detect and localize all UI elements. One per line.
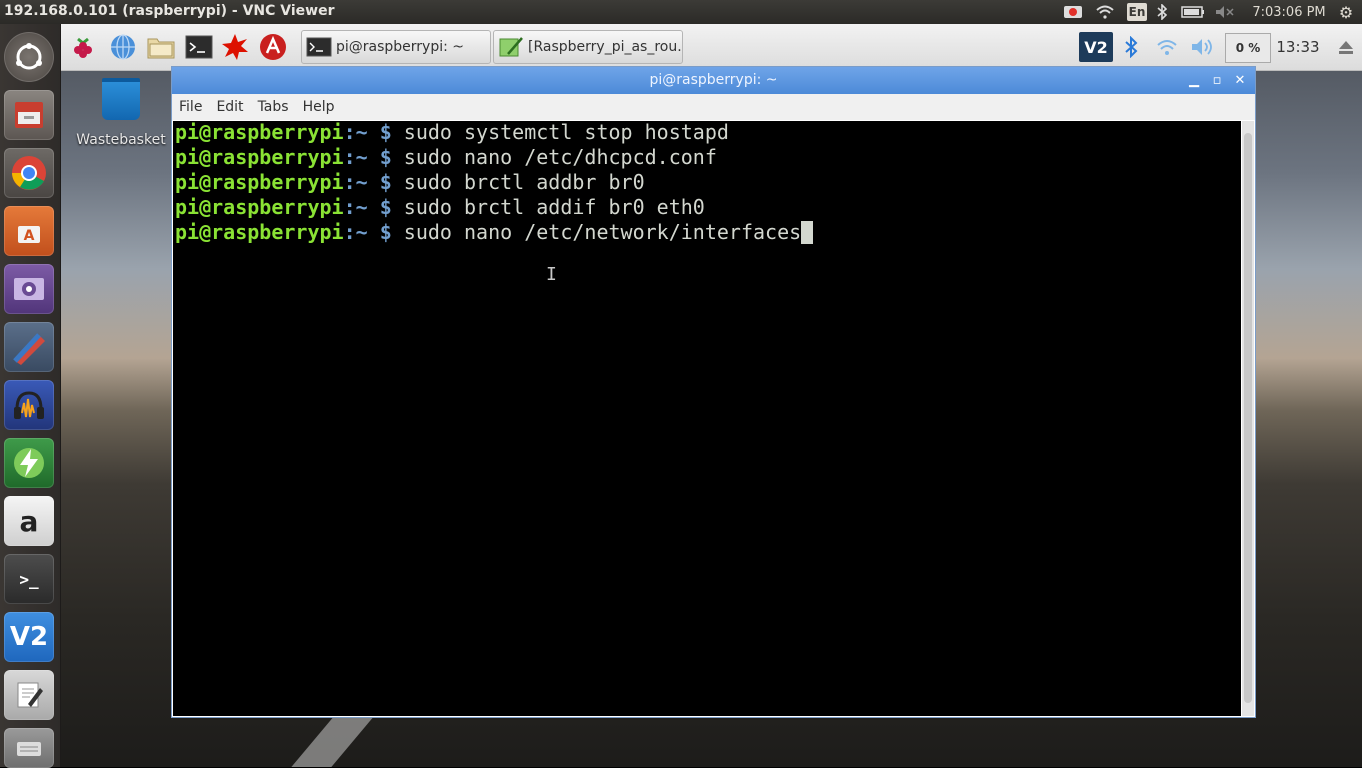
prompt-user: pi@raspberrypi bbox=[175, 145, 344, 169]
maximize-button[interactable]: ▫ bbox=[1206, 67, 1228, 94]
bluetooth-icon[interactable] bbox=[1154, 3, 1170, 21]
wifi-tray-icon[interactable] bbox=[1155, 32, 1179, 62]
taskbar-terminal-button[interactable]: pi@raspberrypi: ~ bbox=[301, 30, 491, 64]
command-text: sudo brctl addif br0 eth0 bbox=[403, 195, 705, 219]
taskbar-terminal-label: pi@raspberrypi: ~ bbox=[336, 39, 465, 55]
terminal-task-icon bbox=[306, 35, 332, 59]
pen-tool-icon[interactable] bbox=[4, 322, 54, 372]
wolfram-icon[interactable] bbox=[258, 32, 288, 62]
ubuntu-dash-icon[interactable] bbox=[4, 32, 54, 82]
record-icon[interactable] bbox=[1062, 3, 1084, 21]
terminal-icon[interactable]: >_ bbox=[4, 554, 54, 604]
web-browser-icon[interactable] bbox=[108, 32, 138, 62]
vnc-tray-icon[interactable]: V2 bbox=[1079, 32, 1113, 62]
video-player-icon[interactable] bbox=[4, 264, 54, 314]
files-icon[interactable] bbox=[4, 90, 54, 140]
mathematica-icon[interactable] bbox=[220, 32, 250, 62]
terminal-titlebar[interactable]: pi@raspberrypi: ~ ▁ ▫ ✕ bbox=[172, 67, 1255, 94]
file-manager-icon[interactable] bbox=[146, 32, 176, 62]
taskbar-editor-button[interactable]: [Raspberry_pi_as_rou... bbox=[493, 30, 683, 64]
raspberry-menu-icon[interactable] bbox=[68, 32, 98, 62]
close-button[interactable]: ✕ bbox=[1229, 67, 1251, 94]
prompt-user: pi@raspberrypi bbox=[175, 195, 344, 219]
terminal-output[interactable]: pi@raspberrypi:~ $ sudo systemctl stop h… bbox=[173, 121, 1241, 716]
thunder-app-icon[interactable] bbox=[4, 438, 54, 488]
terminal-line: pi@raspberrypi:~ $ sudo brctl addif br0 … bbox=[175, 195, 705, 220]
taskbar-editor-label: [Raspberry_pi_as_rou... bbox=[528, 39, 683, 55]
terminal-title: pi@raspberrypi: ~ bbox=[649, 72, 778, 88]
command-text: sudo nano /etc/dhcpcd.conf bbox=[403, 145, 717, 169]
software-center-icon[interactable]: A bbox=[4, 206, 54, 256]
audacity-icon[interactable] bbox=[4, 380, 54, 430]
ubuntu-top-bar: 192.168.0.101 (raspberrypi) - VNC Viewer… bbox=[0, 0, 1362, 24]
command-text: sudo systemctl stop hostapd bbox=[403, 121, 729, 144]
vnc-window-title: 192.168.0.101 (raspberrypi) - VNC Viewer bbox=[4, 3, 335, 19]
wifi-icon[interactable] bbox=[1094, 3, 1116, 21]
prompt-path: :~ $ bbox=[343, 145, 392, 169]
system-clock[interactable]: 7:03:06 PM bbox=[1250, 3, 1328, 21]
prompt-path: :~ $ bbox=[343, 121, 392, 144]
prompt-path: :~ $ bbox=[343, 195, 392, 219]
mouse-ibeam-cursor: I bbox=[546, 264, 557, 285]
command-text: sudo nano /etc/network/interfaces bbox=[403, 220, 802, 244]
minimize-button[interactable]: ▁ bbox=[1183, 67, 1205, 94]
volume-muted-icon[interactable] bbox=[1214, 3, 1236, 21]
menu-edit[interactable]: Edit bbox=[216, 99, 243, 115]
command-text: sudo brctl addbr br0 bbox=[403, 170, 645, 194]
wastebasket-label: Wastebasket bbox=[76, 132, 166, 148]
svg-text:A: A bbox=[24, 228, 35, 244]
raspberry-pi-panel: pi@raspberrypi: ~ [Raspberry_pi_as_rou..… bbox=[61, 24, 1362, 71]
panel-clock[interactable]: 13:33 bbox=[1276, 32, 1320, 62]
text-cursor bbox=[801, 221, 814, 244]
eject-icon[interactable] bbox=[1335, 32, 1357, 62]
terminal-line: pi@raspberrypi:~ $ sudo nano /etc/dhcpcd… bbox=[175, 145, 717, 170]
amazon-icon[interactable]: a bbox=[4, 496, 54, 546]
scrollbar-thumb[interactable] bbox=[1244, 133, 1252, 703]
chrome-icon[interactable] bbox=[4, 148, 54, 198]
prompt-path: :~ $ bbox=[343, 170, 392, 194]
menu-tabs[interactable]: Tabs bbox=[258, 99, 289, 115]
trash-icon bbox=[102, 78, 140, 120]
cpu-monitor[interactable]: 0 % bbox=[1225, 33, 1271, 63]
terminal-line: pi@raspberrypi:~ $ sudo systemctl stop h… bbox=[175, 121, 729, 145]
terminal-menubar: File Edit Tabs Help bbox=[172, 94, 1255, 120]
prompt-user: pi@raspberrypi bbox=[175, 121, 344, 144]
menu-help[interactable]: Help bbox=[303, 99, 335, 115]
drive-icon[interactable] bbox=[4, 728, 54, 768]
terminal-window: pi@raspberrypi: ~ ▁ ▫ ✕ File Edit Tabs H… bbox=[171, 66, 1256, 718]
language-indicator[interactable]: En bbox=[1127, 3, 1147, 21]
prompt-user: pi@raspberrypi bbox=[175, 170, 344, 194]
unity-launcher: A a >_ V2 bbox=[0, 24, 61, 768]
bluetooth-tray-icon[interactable] bbox=[1121, 32, 1141, 62]
menu-file[interactable]: File bbox=[179, 99, 202, 115]
editor-task-icon bbox=[498, 35, 524, 59]
vnc-viewer-icon[interactable]: V2 bbox=[4, 612, 54, 662]
terminal-launcher-icon[interactable] bbox=[184, 32, 214, 62]
terminal-scrollbar[interactable] bbox=[1242, 121, 1254, 716]
gear-icon[interactable]: ⚙ bbox=[1336, 3, 1356, 22]
terminal-line: pi@raspberrypi:~ $ sudo nano /etc/networ… bbox=[175, 220, 814, 245]
volume-tray-icon[interactable] bbox=[1189, 32, 1217, 62]
terminal-line: pi@raspberrypi:~ $ sudo brctl addbr br0 bbox=[175, 170, 645, 195]
prompt-path: :~ $ bbox=[343, 220, 392, 244]
prompt-user: pi@raspberrypi bbox=[175, 220, 344, 244]
text-editor-icon[interactable] bbox=[4, 670, 54, 720]
battery-icon[interactable] bbox=[1180, 3, 1206, 21]
wastebasket-desktop-icon[interactable]: Wastebasket bbox=[76, 78, 166, 148]
